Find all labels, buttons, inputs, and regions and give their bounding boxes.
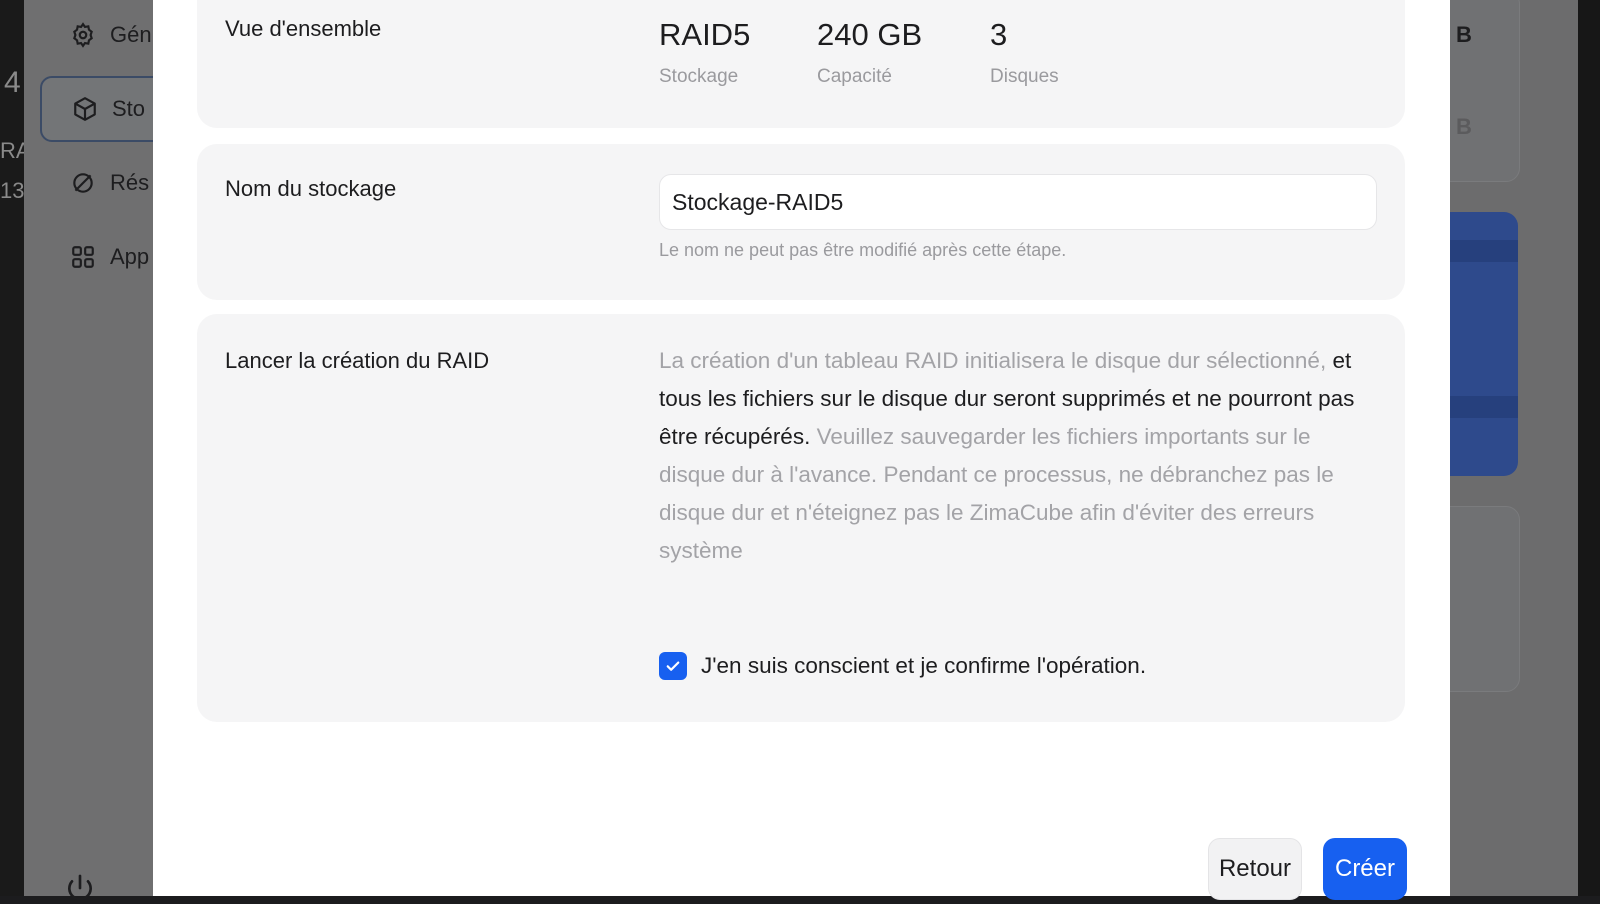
sidebar-item-storage[interactable]: Sto <box>40 76 170 142</box>
storage-name-input[interactable] <box>659 174 1377 230</box>
stat-caption: Disques <box>990 66 1059 87</box>
confirm-checkbox[interactable] <box>659 652 687 680</box>
sidebar-item-network[interactable]: Rés <box>40 150 170 216</box>
background-left-strip <box>0 0 24 896</box>
launch-raid-section: Lancer la création du RAID La création d… <box>197 314 1405 722</box>
stat-value: 3 <box>990 17 1008 52</box>
warning-intro: La création d'un tableau RAID initialise… <box>659 348 1327 373</box>
create-button[interactable]: Créer <box>1323 838 1407 900</box>
background-strip-text: 13 <box>0 178 25 203</box>
stat-capacity: 240 GB Capacité <box>817 18 922 88</box>
sidebar-item-label: Rés <box>110 170 150 195</box>
storage-name-section: Nom du stockage Le nom ne peut pas être … <box>197 144 1405 300</box>
overview-label: Vue d'ensemble <box>225 16 382 41</box>
confirm-operation-option[interactable]: J'en suis conscient et je confirme l'opé… <box>659 652 1146 680</box>
confirm-label: J'en suis conscient et je confirme l'opé… <box>701 653 1147 678</box>
stat-caption: Stockage <box>659 66 739 87</box>
storage-name-hint: Le nom ne peut pas être modifié après ce… <box>659 240 1067 260</box>
check-icon <box>666 661 680 671</box>
network-icon <box>73 173 93 193</box>
stat-value: 240 GB <box>817 17 923 52</box>
background-right-text: B <box>1456 114 1472 139</box>
background-right-edge <box>1578 0 1600 896</box>
raid-warning-text: La création d'un tableau RAID initialise… <box>659 342 1374 570</box>
sidebar-item-label: Sto <box>112 96 146 121</box>
sidebar-item-apps[interactable]: App <box>40 224 170 290</box>
cube-icon <box>74 97 96 121</box>
stat-disks: 3 Disques <box>990 18 1059 88</box>
stat-caption: Capacité <box>817 66 892 87</box>
apps-grid-icon <box>72 246 94 268</box>
sidebar-item-label: Gén <box>110 22 152 47</box>
storage-name-label: Nom du stockage <box>225 176 397 201</box>
create-raid-dialog: Vue d'ensemble RAID5 Stockage 240 GB Cap… <box>153 0 1450 900</box>
stat-storage: RAID5 Stockage <box>659 18 750 88</box>
launch-raid-label: Lancer la création du RAID <box>225 348 490 373</box>
background-strip-text: 4 <box>4 66 21 99</box>
back-button[interactable]: Retour <box>1208 838 1302 900</box>
background-right-text: B <box>1456 22 1472 47</box>
stat-value: RAID5 <box>659 17 751 52</box>
sidebar-item-general[interactable]: Gén <box>40 2 170 68</box>
gear-icon <box>73 22 93 48</box>
power-icon[interactable] <box>64 872 96 904</box>
overview-section: Vue d'ensemble RAID5 Stockage 240 GB Cap… <box>197 0 1405 128</box>
sidebar-item-label: App <box>110 244 150 269</box>
